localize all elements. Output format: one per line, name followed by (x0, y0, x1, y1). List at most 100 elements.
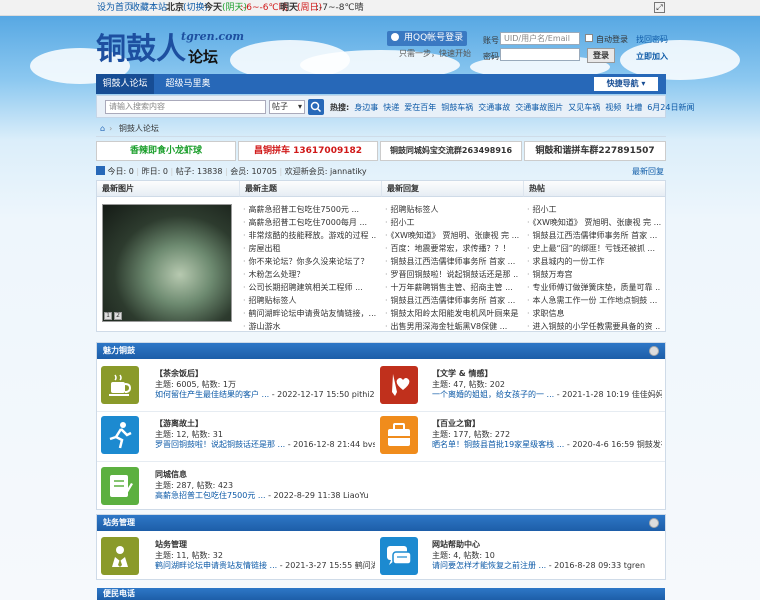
list-item[interactable]: 《XW晚知道》 贾旭明、张康视 完 ... (527, 216, 661, 229)
register-link[interactable]: 立即加入 (636, 51, 668, 62)
logo-domain-text: tgren.com (181, 30, 245, 43)
ad-banner[interactable]: 铜鼓同城妈宝交流群263498916 (380, 141, 522, 161)
forum-name[interactable]: 同城信息 (155, 469, 187, 480)
quick-nav-button[interactable]: 快捷导航 ▾ (594, 77, 658, 91)
runner-icon[interactable] (101, 416, 139, 454)
picture-page-dot[interactable]: 2 (114, 312, 122, 320)
hot-search-item[interactable]: 视频 (605, 103, 621, 112)
hot-search-item[interactable]: 交通事故图片 (515, 103, 563, 112)
last-post-info: 2021-1-28 10:19 佳佳妈妈 (562, 390, 662, 399)
list-item[interactable]: 出售男用深海金牡蛎黑V8保健 ... (385, 320, 519, 333)
nav-item-mario[interactable]: 超级马里奥 (158, 74, 218, 94)
expand-icon[interactable]: ⤢ (654, 2, 665, 13)
last-post-link[interactable]: 一个离婚的姐姐，给女孩子的一 ... (432, 390, 554, 399)
top-bar: 设为首页 收藏本站 北京 (切换) 今天 (阴天) :-6~-6℃晴 明天 (周… (0, 0, 760, 16)
ad-text: 铜鼓和谐拼车群227891507 (535, 146, 655, 156)
last-post-link[interactable]: 如何留住产生最佳结果的客户 ... (155, 390, 269, 399)
list-item[interactable]: 求职信息 (527, 307, 661, 320)
list-item[interactable]: 进入铜鼓的小学任教需要具备的资 ... (527, 320, 661, 333)
list-item[interactable]: 铜鼓万寿宫 (527, 268, 661, 281)
hot-search-item[interactable]: 铜鼓车祸 (441, 103, 473, 112)
forum-name[interactable]: 站务管理 (155, 539, 187, 550)
list-item[interactable]: 铜鼓县江西浩儒律师事务所 首家 ... (527, 229, 661, 242)
hot-search-item[interactable]: 交通事故 (478, 103, 510, 112)
list-item[interactable]: 铜鼓太阳岭太阳能发电机风叶厕来是 ... (385, 307, 519, 320)
collapse-icon[interactable] (649, 346, 659, 356)
list-item[interactable]: 招小工 (385, 216, 519, 229)
login-button[interactable]: 登录 (587, 48, 615, 63)
search-scope-value: 帖子 (272, 102, 288, 111)
forum-name[interactable]: 【文学 & 情感】 (432, 368, 493, 379)
search-input[interactable]: 请输入搜索内容 (105, 100, 266, 114)
list-item[interactable]: 鹤问湖畔论坛申请贵站友情链接，... (243, 307, 377, 320)
list-item[interactable]: 招小工 (527, 203, 661, 216)
last-post-link[interactable]: 鹤问湖畔论坛申请贵站友情链接 ... (155, 561, 277, 570)
chat-bubble-icon[interactable] (380, 537, 418, 575)
bookmark-link[interactable]: 收藏本站 (131, 0, 167, 16)
picture-page-dot[interactable]: 1 (104, 312, 112, 320)
section-title: 站务管理 (103, 518, 135, 527)
list-item[interactable]: 罗晋回铜鼓啦！说起铜鼓话还是那 ... (385, 268, 519, 281)
forum-name[interactable]: 网站帮助中心 (432, 539, 480, 550)
latest-reply-link[interactable]: 最新回复 (632, 166, 664, 178)
qq-login-button[interactable]: 用QQ帐号登录 (387, 31, 467, 46)
list-item[interactable]: 本人急需工作一份 工作地点铜鼓 ... (527, 294, 661, 307)
auto-login-checkbox[interactable] (585, 34, 593, 42)
collapse-icon[interactable] (649, 518, 659, 528)
latest-picture[interactable] (102, 204, 232, 322)
hot-search-item[interactable]: 快递 (383, 103, 399, 112)
ad-banner[interactable]: 香辣即食小龙虾球 (96, 141, 236, 161)
nav-item-home[interactable]: 铜鼓人论坛 (96, 74, 154, 94)
list-item[interactable]: 求县城内的一份工作 (527, 255, 661, 268)
account-input[interactable]: UID/用户名/Email (500, 32, 580, 45)
last-post-link[interactable]: 高薪急招普工包吃住7500元 ... (155, 491, 266, 500)
auto-login-label: 自动登录 (596, 35, 628, 44)
breadcrumb-home[interactable]: 铜鼓人论坛 (119, 124, 159, 133)
list-item[interactable]: 专业师傅订做弹簧床垫，质量可靠 ... (527, 281, 661, 294)
forum-name[interactable]: 【茶余饭后】 (155, 368, 203, 379)
hot-search-item[interactable]: 爱在百年 (404, 103, 436, 112)
list-item[interactable]: 铜鼓县江西浩儒律师事务所 首家 ... (385, 255, 519, 268)
list-item[interactable]: 史上最“囧”的绑匪！亏钱还被抓 ... (527, 242, 661, 255)
hot-search-item[interactable]: 吐槽 (626, 103, 642, 112)
home-icon[interactable]: ⌂ (100, 124, 105, 133)
breadcrumb-separator-icon: › (109, 124, 113, 133)
stats-today: 今日: 0 (107, 167, 134, 176)
site-logo[interactable]: 铜鼓人 tgren.com 论坛 (96, 24, 244, 68)
list-item[interactable]: 房屋出租 (243, 242, 377, 255)
find-password-link[interactable]: 找回密码 (636, 34, 668, 45)
notepad-icon[interactable] (101, 467, 139, 505)
list-item[interactable]: 你不来论坛？你多久没来论坛了？ (243, 255, 377, 268)
ad-text: 铜鼓同城妈宝交流群263498916 (389, 146, 513, 155)
hot-search-item[interactable]: 身边事 (354, 103, 378, 112)
list-item[interactable]: 招聘贴标签人 (243, 294, 377, 307)
list-item[interactable]: 非常炫酷的技能释放。游戏的过程 ... (243, 229, 377, 242)
set-home-link[interactable]: 设为首页 (97, 0, 133, 16)
hot-search-item[interactable]: 又见车祸 (568, 103, 600, 112)
list-item[interactable]: 木粉怎么处理？ (243, 268, 377, 281)
password-input[interactable] (500, 48, 580, 61)
bag-icon[interactable] (380, 416, 418, 454)
search-button[interactable] (308, 99, 324, 115)
list-item[interactable]: 招聘贴标签人 (385, 203, 519, 216)
coffee-cup-icon[interactable] (101, 366, 139, 404)
forum-name[interactable]: 【游离故土】 (155, 418, 203, 429)
list-item[interactable]: 十万年薪聘销售主管、招商主管 ... (385, 281, 519, 294)
list-item[interactable]: 铜鼓县江西浩儒律师事务所 首家 ... (385, 294, 519, 307)
list-item[interactable]: 《XW晚知道》 贾旭明、张康视 完 ... (385, 229, 519, 242)
forum-name[interactable]: 【百业之窗】 (432, 418, 480, 429)
list-item[interactable]: 高薪急招普工包吃住7000每月 ... (243, 216, 377, 229)
pen-heart-icon[interactable] (380, 366, 418, 404)
ad-banner[interactable]: 铜鼓和谐拼车群227891507 (524, 141, 666, 161)
list-item[interactable]: 游山游水 (243, 320, 377, 333)
list-item[interactable]: 公司长期招聘建筑相关工程师 ... (243, 281, 377, 294)
search-scope-select[interactable]: 帖子 ▾ (269, 100, 305, 114)
hot-search-item[interactable]: 6月24日新闻 (647, 103, 694, 112)
ad-banner[interactable]: 昌铜拼车 13617009182 (238, 141, 378, 161)
admin-icon[interactable] (101, 537, 139, 575)
list-item[interactable]: 百度：地震要常宏，求传播？？！ (385, 242, 519, 255)
last-post-link[interactable]: 晒名单！铜鼓县首批19家星级客栈 ... (432, 440, 564, 449)
list-item[interactable]: 高薪急招普工包吃住7500元 ... (243, 203, 377, 216)
last-post-link[interactable]: 罗晋回铜鼓啦！说起铜鼓话还是那 ... (155, 440, 285, 449)
last-post-link[interactable]: 请问要怎样才能恢复之前注册 ... (432, 561, 546, 570)
